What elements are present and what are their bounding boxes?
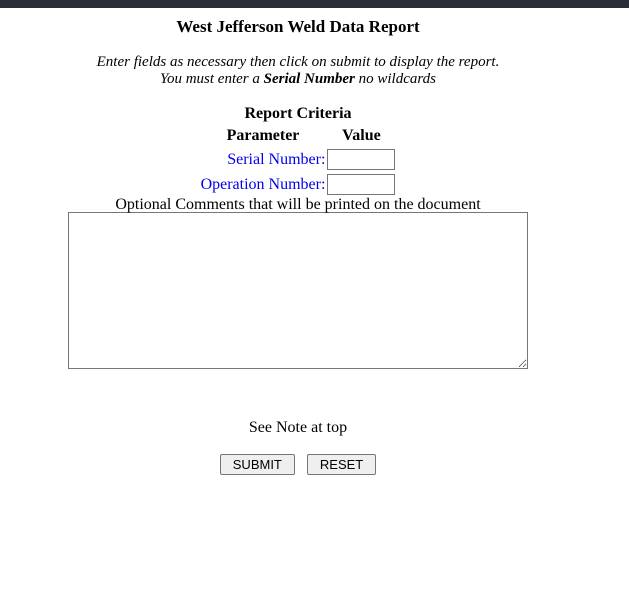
comments-label: Optional Comments that will be printed o…: [0, 198, 596, 212]
serial-number-label[interactable]: Serial Number:: [227, 151, 325, 168]
table-row: Serial Number:: [201, 148, 396, 171]
operation-number-input[interactable]: [327, 174, 395, 195]
serial-number-emphasis: Serial Number: [264, 71, 355, 87]
see-note-text: See Note at top: [0, 418, 596, 437]
button-row: SUBMIT RESET: [0, 454, 596, 475]
criteria-heading: Report Criteria: [201, 104, 396, 124]
comments-textarea[interactable]: [68, 212, 528, 369]
report-form: West Jefferson Weld Data Report Enter fi…: [0, 17, 596, 475]
instructions-line2: You must enter a Serial Number no wildca…: [0, 71, 596, 88]
top-dark-bar: [0, 0, 629, 8]
submit-button[interactable]: SUBMIT: [220, 454, 295, 475]
column-header-value: Value: [327, 126, 395, 146]
serial-number-input[interactable]: [327, 149, 395, 170]
page-title: West Jefferson Weld Data Report: [0, 17, 596, 37]
criteria-table: Report Criteria Parameter Value Serial N…: [199, 102, 398, 198]
reset-button[interactable]: RESET: [307, 454, 376, 475]
table-row: Operation Number:: [201, 173, 396, 196]
instructions-line1: Enter fields as necessary then click on …: [0, 54, 596, 71]
column-header-parameter: Parameter: [201, 126, 326, 146]
instructions: Enter fields as necessary then click on …: [0, 54, 596, 87]
operation-number-label[interactable]: Operation Number:: [201, 176, 326, 193]
